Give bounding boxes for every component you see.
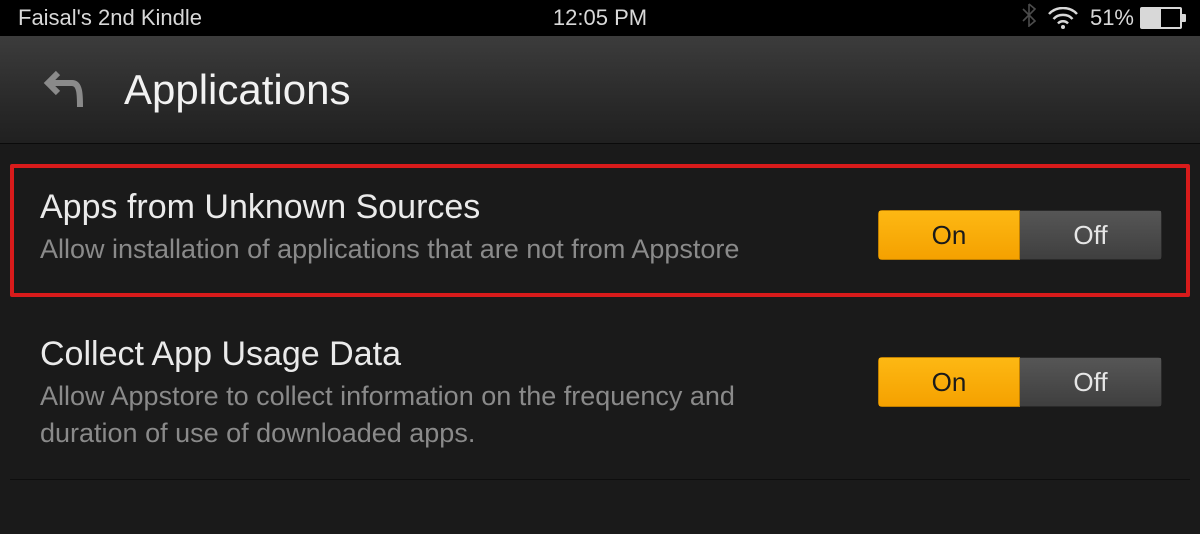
status-bar: Faisal's 2nd Kindle 12:05 PM 51% <box>0 0 1200 36</box>
toggle-off-button[interactable]: Off <box>1020 210 1162 260</box>
setting-text: Collect App Usage Data Allow Appstore to… <box>40 335 878 451</box>
wifi-icon <box>1048 7 1078 29</box>
setting-desc: Allow installation of applications that … <box>40 231 838 267</box>
page-title: Applications <box>124 66 350 114</box>
battery-percent: 51% <box>1090 5 1134 31</box>
toggle-off-button[interactable]: Off <box>1020 357 1162 407</box>
setting-title: Apps from Unknown Sources <box>40 188 838 227</box>
back-icon[interactable] <box>40 67 86 113</box>
battery-fill <box>1142 9 1161 27</box>
battery-icon <box>1140 7 1182 29</box>
setting-title: Collect App Usage Data <box>40 335 838 374</box>
toggle-unknown-sources[interactable]: On Off <box>878 210 1162 260</box>
toggle-usage-data[interactable]: On Off <box>878 357 1162 407</box>
setting-text: Apps from Unknown Sources Allow installa… <box>40 188 878 267</box>
clock: 12:05 PM <box>553 5 647 31</box>
battery-status: 51% <box>1090 5 1182 31</box>
device-name: Faisal's 2nd Kindle <box>18 5 600 31</box>
setting-desc: Allow Appstore to collect information on… <box>40 378 838 451</box>
setting-usage-data: Collect App Usage Data Allow Appstore to… <box>10 315 1190 480</box>
status-icons: 51% <box>600 3 1182 33</box>
toggle-on-button[interactable]: On <box>878 210 1020 260</box>
settings-list: Apps from Unknown Sources Allow installa… <box>0 144 1200 480</box>
toggle-on-button[interactable]: On <box>878 357 1020 407</box>
bluetooth-icon <box>1022 3 1036 33</box>
page-header: Applications <box>0 36 1200 144</box>
setting-unknown-sources: Apps from Unknown Sources Allow installa… <box>10 164 1190 297</box>
